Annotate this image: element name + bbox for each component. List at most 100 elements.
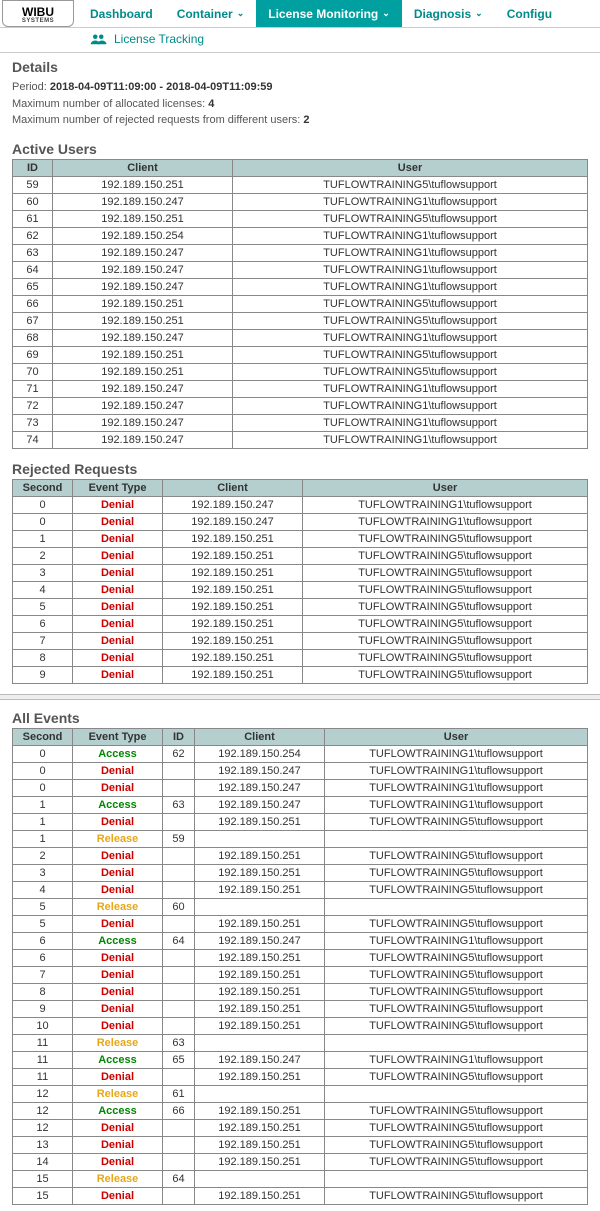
nav-item-license-monitoring[interactable]: License Monitoring⌄ [256,0,402,27]
table-cell: TUFLOWTRAINING5\tuflowsupport [325,983,588,1000]
active-users-table: IDClientUser59192.189.150.251TUFLOWTRAIN… [12,159,588,449]
table-cell: 192.189.150.251 [195,915,325,932]
table-cell: 192.189.150.247 [53,380,233,397]
table-cell: Denial [73,881,163,898]
table-cell: TUFLOWTRAINING5\tuflowsupport [325,813,588,830]
table-row: 63192.189.150.247TUFLOWTRAINING1\tuflows… [13,244,588,261]
table-cell [195,1085,325,1102]
table-cell: 192.189.150.247 [195,932,325,949]
table-cell: TUFLOWTRAINING5\tuflowsupport [303,632,588,649]
table-row: 4Denial192.189.150.251TUFLOWTRAINING5\tu… [13,581,588,598]
table-row: 70192.189.150.251TUFLOWTRAINING5\tuflows… [13,363,588,380]
table-cell: Denial [73,649,163,666]
nav-item-configu[interactable]: Configu [495,0,564,27]
table-cell: 192.189.150.247 [53,397,233,414]
chevron-down-icon: ⌄ [237,8,245,19]
table-cell: Denial [73,864,163,881]
table-row: 5Denial192.189.150.251TUFLOWTRAINING5\tu… [13,598,588,615]
nav-item-dashboard[interactable]: Dashboard [78,0,165,27]
table-cell: 8 [13,649,73,666]
active-users-heading: Active Users [0,135,600,159]
table-cell [163,1153,195,1170]
subnav: License Tracking [0,28,600,53]
panel-divider[interactable] [0,694,600,700]
table-cell: TUFLOWTRAINING1\tuflowsupport [303,496,588,513]
table-row: 69192.189.150.251TUFLOWTRAINING5\tuflows… [13,346,588,363]
table-cell: Denial [73,564,163,581]
table-cell: 192.189.150.247 [195,779,325,796]
table-cell: Denial [73,847,163,864]
table-cell: 192.189.150.251 [163,564,303,581]
table-cell: Denial [73,1068,163,1085]
nav-item-container[interactable]: Container⌄ [165,0,257,27]
table-cell: 63 [163,1034,195,1051]
table-row: 3Denial192.189.150.251TUFLOWTRAINING5\tu… [13,564,588,581]
table-cell: Denial [73,666,163,683]
table-cell: 192.189.150.251 [53,346,233,363]
chevron-down-icon: ⌄ [475,8,483,19]
table-cell: 192.189.150.251 [195,1187,325,1204]
table-cell: Access [73,932,163,949]
table-cell: 192.189.150.251 [195,1000,325,1017]
table-cell: Denial [73,530,163,547]
table-row: 1Access63192.189.150.247TUFLOWTRAINING1\… [13,796,588,813]
table-cell [195,830,325,847]
table-cell: TUFLOWTRAINING1\tuflowsupport [233,329,588,346]
table-cell: 72 [13,397,53,414]
table-cell: TUFLOWTRAINING1\tuflowsupport [325,762,588,779]
table-cell [163,983,195,1000]
license-tracking-link[interactable]: License Tracking [114,32,204,46]
table-cell [195,898,325,915]
table-row: 12Denial192.189.150.251TUFLOWTRAINING5\t… [13,1119,588,1136]
table-cell: 65 [163,1051,195,1068]
table-cell: TUFLOWTRAINING5\tuflowsupport [303,666,588,683]
table-cell: Denial [73,496,163,513]
table-cell: TUFLOWTRAINING5\tuflowsupport [325,949,588,966]
table-cell: Denial [73,949,163,966]
top-nav: WIBU SYSTEMS DashboardContainer⌄License … [0,0,600,28]
table-cell: Denial [73,1119,163,1136]
table-cell [163,1000,195,1017]
nav-item-label: Configu [507,7,552,21]
table-cell: 0 [13,779,73,796]
period-value: 2018-04-09T11:09:00 - 2018-04-09T11:09:5… [50,81,273,93]
table-cell: Release [73,1034,163,1051]
table-cell: Denial [73,632,163,649]
table-cell: 192.189.150.247 [53,244,233,261]
table-cell: Denial [73,581,163,598]
table-cell: TUFLOWTRAINING5\tuflowsupport [325,1017,588,1034]
table-cell [163,779,195,796]
table-cell: 192.189.150.251 [195,966,325,983]
table-cell: 3 [13,564,73,581]
table-cell: 192.189.150.251 [163,632,303,649]
column-header: Event Type [73,479,163,496]
table-cell: Access [73,796,163,813]
table-cell [163,864,195,881]
column-header: Event Type [73,728,163,745]
table-cell: 192.189.150.247 [195,1051,325,1068]
table-cell: 13 [13,1136,73,1153]
table-cell: TUFLOWTRAINING1\tuflowsupport [325,745,588,762]
table-cell: Access [73,745,163,762]
table-cell: TUFLOWTRAINING1\tuflowsupport [325,796,588,813]
table-row: 11Access65192.189.150.247TUFLOWTRAINING1… [13,1051,588,1068]
table-cell: Denial [73,966,163,983]
table-cell: TUFLOWTRAINING5\tuflowsupport [233,176,588,193]
table-cell: 11 [13,1051,73,1068]
nav-item-label: Dashboard [90,7,153,21]
table-cell: TUFLOWTRAINING5\tuflowsupport [325,847,588,864]
nav-item-diagnosis[interactable]: Diagnosis⌄ [402,0,495,27]
rejected-heading: Rejected Requests [0,455,600,479]
table-cell: TUFLOWTRAINING5\tuflowsupport [303,615,588,632]
table-cell: 70 [13,363,53,380]
table-cell: 192.189.150.251 [53,312,233,329]
table-cell [163,1068,195,1085]
table-cell: Access [73,1102,163,1119]
table-cell: TUFLOWTRAINING5\tuflowsupport [303,581,588,598]
table-cell: 192.189.150.247 [53,431,233,448]
table-cell [163,762,195,779]
table-cell: TUFLOWTRAINING5\tuflowsupport [325,1136,588,1153]
table-row: 2Denial192.189.150.251TUFLOWTRAINING5\tu… [13,847,588,864]
table-cell: 9 [13,666,73,683]
table-row: 1Denial192.189.150.251TUFLOWTRAINING5\tu… [13,813,588,830]
